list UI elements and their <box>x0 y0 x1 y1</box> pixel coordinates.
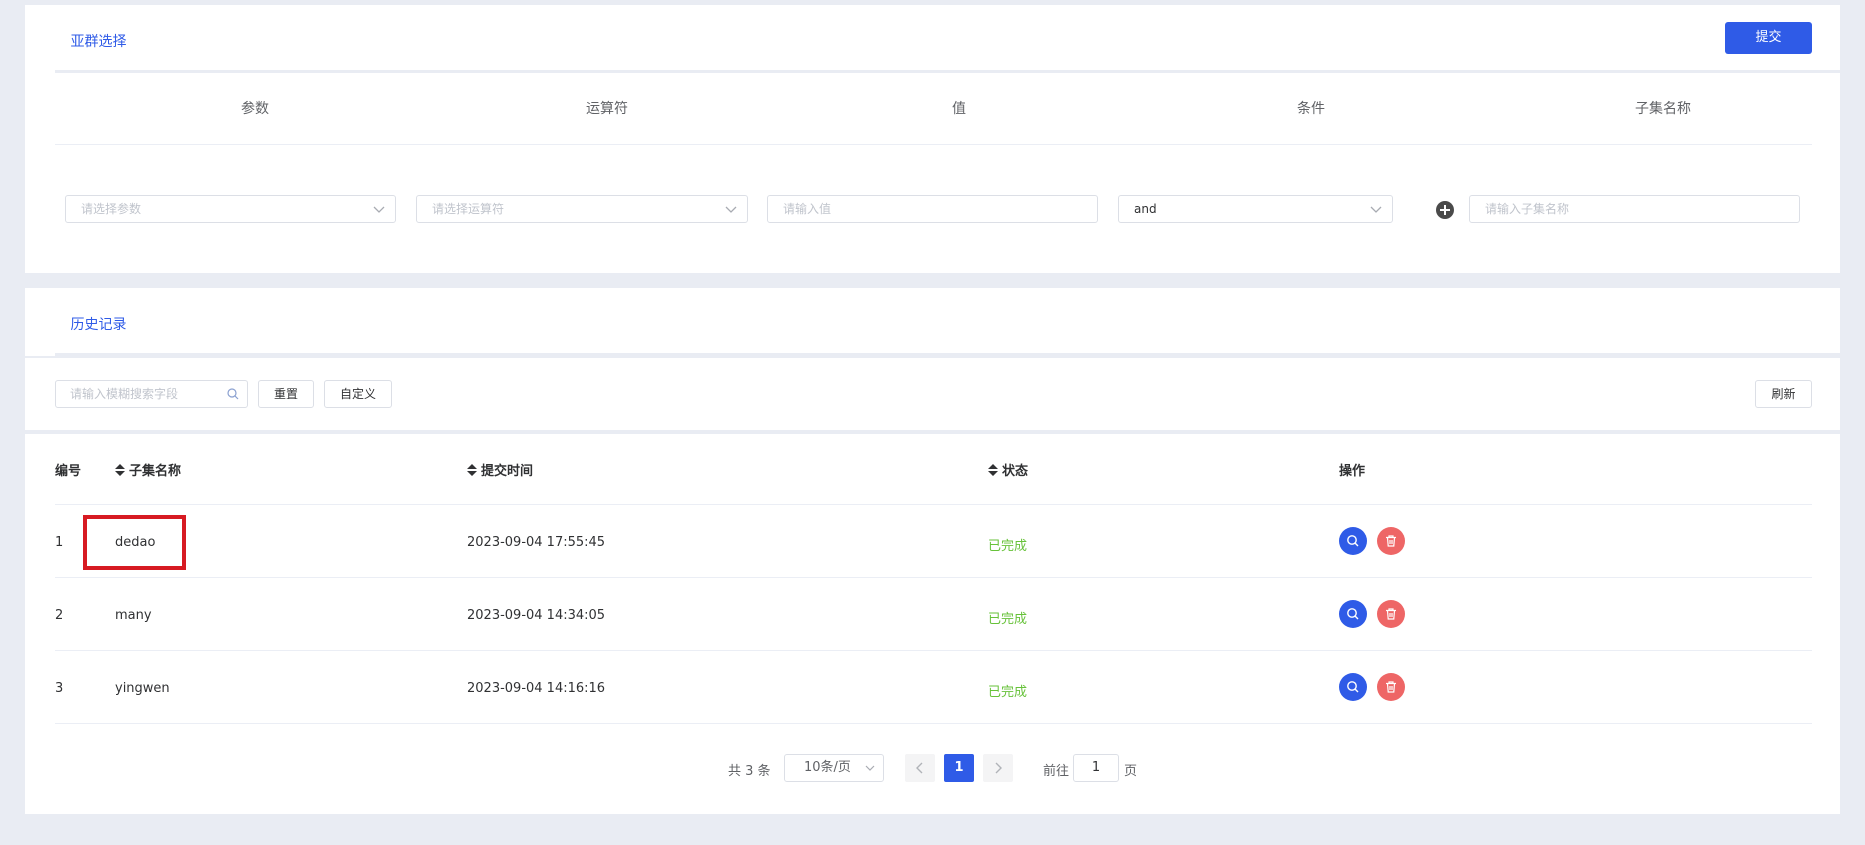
row-3-time: 2023-09-04 14:16:16 <box>467 681 606 696</box>
column-header-time[interactable]: 提交时间 <box>467 460 533 479</box>
condition-select-value: and <box>1134 202 1157 216</box>
search-input[interactable]: 请输入模糊搜索字段 <box>55 380 248 408</box>
page-number-current[interactable]: 1 <box>944 754 974 782</box>
view-button[interactable] <box>1339 673 1367 701</box>
subgroup-card: 亚群选择 提交 参数 运算符 值 条件 子集名称 请选择参数 请选择运算符 请输… <box>25 5 1840 273</box>
delete-button[interactable] <box>1377 527 1405 555</box>
search-icon <box>1347 608 1359 620</box>
column-header-operator: 运算符 <box>586 101 628 117</box>
column-header-condition: 条件 <box>1297 101 1325 117</box>
header-divider <box>55 144 1812 145</box>
pagination-total: 共 3 条 <box>728 764 771 779</box>
history-table-card: 编号 子集名称 提交时间 状态 操作 1 dedao 2023-09-04 17… <box>25 434 1840 814</box>
column-header-time-label: 提交时间 <box>481 464 534 479</box>
prev-page-button[interactable] <box>905 754 935 782</box>
column-header-status-label: 状态 <box>1002 464 1029 479</box>
subset-name-placeholder: 请输入子集名称 <box>1485 202 1570 216</box>
row-2-time: 2023-09-04 14:34:05 <box>467 608 606 623</box>
subgroup-tabbar: 亚群选择 <box>25 5 1840 73</box>
tab-subgroup-selection[interactable]: 亚群选择 <box>55 5 142 73</box>
row-1-status: 已完成 <box>988 539 1028 554</box>
history-toolbar: 请输入模糊搜索字段 重置 自定义 刷新 <box>25 358 1840 430</box>
row-3-name: yingwen <box>115 681 170 696</box>
column-header-status[interactable]: 状态 <box>988 460 1028 479</box>
column-header-actions: 操作 <box>1339 464 1366 479</box>
operator-select[interactable]: 请选择运算符 <box>416 195 748 223</box>
history-tabbar: 历史记录 <box>25 288 1840 356</box>
table-header-divider <box>55 504 1812 505</box>
column-header-value: 值 <box>952 101 966 117</box>
chevron-right-icon <box>995 762 1002 774</box>
column-header-subset-name: 子集名称 <box>1635 101 1691 117</box>
tab-divider <box>55 353 1840 356</box>
trash-icon <box>1386 608 1396 620</box>
trash-icon <box>1386 535 1396 547</box>
view-button[interactable] <box>1339 600 1367 628</box>
submit-button[interactable]: 提交 <box>1725 22 1812 54</box>
condition-select[interactable]: and <box>1118 195 1393 223</box>
sort-icon <box>115 464 125 476</box>
chevron-down-icon <box>725 206 737 213</box>
chevron-down-icon <box>865 765 875 771</box>
row-1-time: 2023-09-04 17:55:45 <box>467 535 606 550</box>
param-select[interactable]: 请选择参数 <box>65 195 396 223</box>
column-header-name[interactable]: 子集名称 <box>115 460 181 479</box>
tab-divider <box>55 70 1840 73</box>
row-2-name: many <box>115 608 152 623</box>
highlight-box <box>83 515 186 570</box>
history-tab-card: 历史记录 <box>25 288 1840 356</box>
page-size-select[interactable]: 10条/页 <box>784 754 884 782</box>
goto-page-input[interactable]: 1 <box>1073 754 1119 782</box>
row-3-status: 已完成 <box>988 685 1028 700</box>
param-select-placeholder: 请选择参数 <box>81 202 142 216</box>
row-2-status: 已完成 <box>988 612 1028 627</box>
next-page-button[interactable] <box>983 754 1013 782</box>
value-input[interactable]: 请输入值 <box>767 195 1098 223</box>
plus-circle-icon[interactable] <box>1436 201 1454 219</box>
row-divider <box>55 723 1812 724</box>
tab-subgroup-label: 亚群选择 <box>70 34 127 50</box>
refresh-button[interactable]: 刷新 <box>1755 380 1812 408</box>
chevron-down-icon <box>1370 206 1382 213</box>
column-header-id: 编号 <box>55 464 82 479</box>
delete-button[interactable] <box>1377 673 1405 701</box>
delete-button[interactable] <box>1377 600 1405 628</box>
tab-history-label: 历史记录 <box>70 317 127 333</box>
chevron-left-icon <box>916 762 923 774</box>
page-size-value: 10条/页 <box>804 760 851 775</box>
sort-icon <box>467 464 477 476</box>
trash-icon <box>1386 681 1396 693</box>
tab-history[interactable]: 历史记录 <box>55 288 142 356</box>
row-3-id: 3 <box>55 681 64 696</box>
customize-button[interactable]: 自定义 <box>324 380 392 408</box>
search-icon <box>1347 535 1359 547</box>
operator-select-placeholder: 请选择运算符 <box>432 202 505 216</box>
subset-name-input[interactable]: 请输入子集名称 <box>1469 195 1800 223</box>
value-input-placeholder: 请输入值 <box>783 202 832 216</box>
row-divider <box>55 577 1812 578</box>
row-2-id: 2 <box>55 608 64 623</box>
goto-suffix: 页 <box>1124 764 1138 779</box>
view-button[interactable] <box>1339 527 1367 555</box>
row-divider <box>55 650 1812 651</box>
search-icon <box>227 388 239 400</box>
sort-icon <box>988 464 998 476</box>
chevron-down-icon <box>373 206 385 213</box>
search-placeholder: 请输入模糊搜索字段 <box>70 387 179 401</box>
reset-button[interactable]: 重置 <box>258 380 314 408</box>
column-header-name-label: 子集名称 <box>129 464 182 479</box>
column-header-param: 参数 <box>241 101 269 117</box>
search-icon <box>1347 681 1359 693</box>
goto-prefix: 前往 <box>1043 764 1070 779</box>
row-1-id: 1 <box>55 535 64 550</box>
